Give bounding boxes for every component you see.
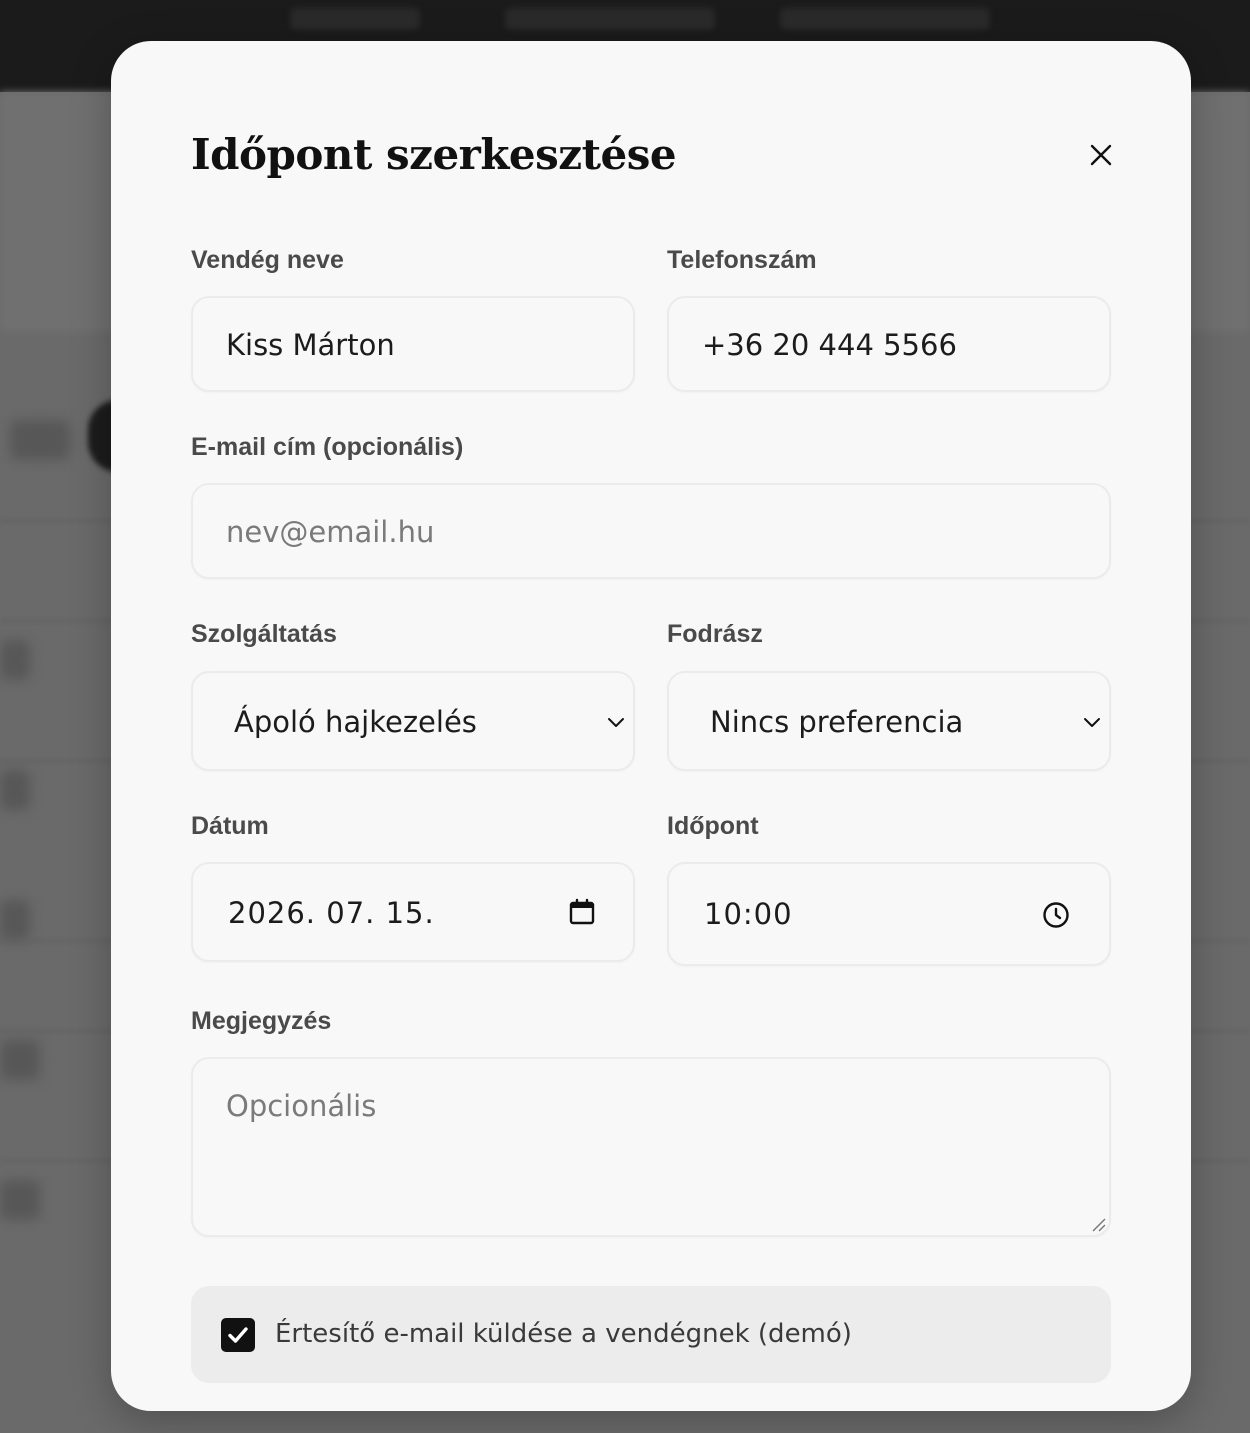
email-placeholder: nev@email.hu (226, 515, 435, 549)
email-label: E-mail cím (opcionális) (191, 433, 464, 461)
edit-appointment-dialog: Időpont szerkesztése Vendég neve Kiss Má… (111, 41, 1191, 1411)
close-icon (1089, 143, 1113, 167)
service-label: Szolgáltatás (191, 620, 337, 648)
date-input[interactable]: 2026. 07. 15. (191, 862, 635, 962)
stylist-selected-value: Nincs preferencia (710, 705, 964, 739)
phone-value: +36 20 444 5566 (702, 328, 957, 362)
close-button[interactable] (1081, 135, 1121, 175)
date-label: Dátum (191, 812, 269, 840)
time-input[interactable]: 10:00 (667, 862, 1111, 966)
guest-name-input[interactable]: Kiss Márton (191, 296, 635, 392)
chevron-down-icon (605, 711, 627, 733)
guest-name-value: Kiss Márton (226, 328, 395, 362)
stylist-select[interactable]: Nincs preferencia (667, 671, 1111, 771)
note-label: Megjegyzés (191, 1007, 332, 1035)
resize-handle-icon[interactable] (1091, 1217, 1107, 1233)
phone-label: Telefonszám (667, 246, 817, 274)
guest-name-label: Vendég neve (191, 246, 344, 274)
phone-input[interactable]: +36 20 444 5566 (667, 296, 1111, 392)
note-textarea[interactable]: Opcionális (191, 1057, 1111, 1237)
note-placeholder: Opcionális (226, 1089, 377, 1123)
time-value: 10:00 (704, 897, 793, 931)
calendar-icon[interactable] (567, 897, 597, 927)
checkmark-icon (228, 1327, 248, 1343)
date-value: 2026. 07. 15. (228, 896, 435, 930)
email-input[interactable]: nev@email.hu (191, 483, 1111, 579)
notify-email-label[interactable]: Értesítő e-mail küldése a vendégnek (dem… (275, 1316, 852, 1352)
notify-email-option[interactable]: Értesítő e-mail küldése a vendégnek (dem… (191, 1286, 1111, 1383)
dialog-title: Időpont szerkesztése (191, 130, 677, 179)
stylist-label: Fodrász (667, 620, 763, 648)
chevron-down-icon (1081, 711, 1103, 733)
service-select[interactable]: Ápoló hajkezelés (191, 671, 635, 771)
notify-email-checkbox[interactable] (221, 1318, 255, 1352)
time-label: Időpont (667, 812, 759, 840)
service-selected-value: Ápoló hajkezelés (234, 705, 477, 739)
clock-icon[interactable] (1041, 900, 1071, 930)
